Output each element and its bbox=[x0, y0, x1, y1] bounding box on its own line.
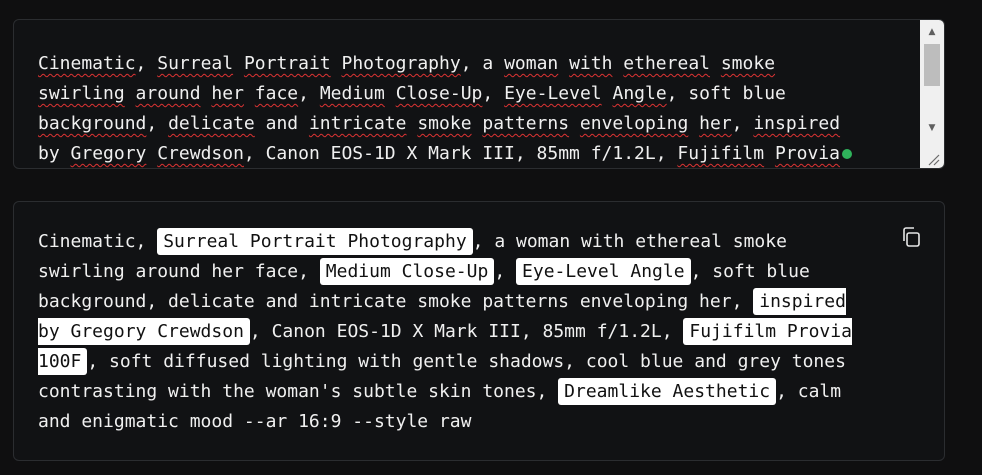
misspelled-word: Crewdson bbox=[157, 143, 244, 164]
editor-text-run bbox=[710, 53, 721, 74]
misspelled-word: patterns bbox=[482, 113, 570, 134]
editor-line: swirling around her face, Medium Close-U… bbox=[38, 79, 918, 109]
resize-handle-icon[interactable] bbox=[926, 152, 940, 166]
editor-text-run: , bbox=[731, 113, 754, 134]
keyword-tag[interactable]: Medium Close-Up bbox=[319, 258, 495, 285]
misspelled-word: Surreal bbox=[157, 53, 234, 74]
misspelled-word: delicate bbox=[168, 113, 255, 134]
editor-scrollbar[interactable]: ▲ ▼ bbox=[920, 20, 944, 168]
editor-text-run bbox=[558, 53, 569, 74]
keyword-tag[interactable]: Eye-Level Angle bbox=[516, 258, 691, 285]
editor-line: by Gregory Crewdson, Canon EOS-1D X Mark… bbox=[38, 139, 918, 168]
editor-text-run bbox=[125, 83, 136, 104]
misspelled-word: swirling bbox=[38, 83, 125, 104]
prompt-textarea[interactable]: Cinematic, Surreal Portrait Photography,… bbox=[38, 49, 918, 168]
editor-text-run: , bbox=[298, 83, 320, 104]
misspelled-word: inspired bbox=[753, 113, 841, 134]
misspelled-word: her bbox=[211, 83, 244, 104]
keyword-tag[interactable]: Surreal Portrait Photography bbox=[157, 228, 473, 255]
editor-text-run bbox=[602, 83, 613, 104]
editor-text-run bbox=[569, 113, 580, 134]
misspelled-word: background bbox=[38, 113, 147, 134]
misspelled-word: intricate bbox=[308, 113, 407, 134]
editor-text-run bbox=[764, 143, 775, 164]
editor-line: background, delicate and intricate smoke… bbox=[38, 109, 918, 139]
editor-text-run bbox=[146, 143, 157, 164]
formatted-prompt-output: Cinematic, Surreal Portrait Photography,… bbox=[13, 201, 945, 461]
prompt-text-run: , Canon EOS-1D X Mark III, 85mm f/1.2L, bbox=[249, 321, 684, 342]
scroll-down-arrow-icon[interactable]: ▼ bbox=[920, 120, 944, 136]
prompt-text-run: Cinematic, bbox=[38, 231, 158, 252]
misspelled-word: with bbox=[569, 53, 613, 74]
editor-text-run: , a bbox=[460, 53, 505, 74]
editor-text-run bbox=[407, 113, 418, 134]
misspelled-word: enveloping bbox=[579, 113, 689, 134]
editor-line: Cinematic, Surreal Portrait Photography,… bbox=[38, 49, 918, 79]
scrollbar-thumb[interactable] bbox=[924, 44, 940, 86]
editor-text-run: , soft blue bbox=[666, 83, 786, 104]
misspelled-word: Fujifilm bbox=[677, 143, 765, 164]
editor-text-run bbox=[472, 113, 483, 134]
editor-text-run: , Canon EOS-1D X Mark III, 85mm f/1.2L, bbox=[243, 143, 678, 164]
misspelled-word: Eye-Level bbox=[504, 83, 602, 104]
misspelled-word: smoke bbox=[417, 113, 472, 134]
editor-text-run bbox=[331, 53, 342, 74]
misspelled-word: around bbox=[135, 83, 201, 104]
misspelled-word: Portrait bbox=[243, 53, 331, 74]
editor-text-run: and bbox=[254, 113, 309, 134]
misspelled-word: Photography bbox=[341, 53, 461, 74]
scroll-up-arrow-icon[interactable]: ▲ bbox=[920, 24, 944, 40]
green-status-dot-icon bbox=[841, 149, 852, 159]
keyword-tag[interactable]: Dreamlike Aesthetic bbox=[558, 378, 777, 405]
editor-text-run: , bbox=[146, 113, 169, 134]
prompt-editor[interactable]: Cinematic, Surreal Portrait Photography,… bbox=[13, 19, 945, 169]
editor-text-run bbox=[233, 53, 244, 74]
misspelled-word: ethereal bbox=[623, 53, 710, 74]
misspelled-word: her bbox=[699, 113, 732, 134]
editor-text-run: by bbox=[38, 143, 71, 164]
misspelled-word: Medium bbox=[319, 83, 385, 104]
formatted-prompt-text: Cinematic, Surreal Portrait Photography,… bbox=[38, 227, 920, 437]
misspelled-word: woman bbox=[504, 53, 559, 74]
copy-icon[interactable] bbox=[900, 226, 922, 248]
editor-text-run bbox=[612, 53, 623, 74]
editor-text-run bbox=[385, 83, 396, 104]
misspelled-word: Provia bbox=[774, 143, 840, 164]
misspelled-word: Close-Up bbox=[395, 83, 483, 104]
editor-text-run: , bbox=[482, 83, 505, 104]
misspelled-word: Cinematic bbox=[38, 53, 136, 74]
editor-text-run bbox=[244, 83, 255, 104]
editor-text-run bbox=[201, 83, 212, 104]
misspelled-word: smoke bbox=[720, 53, 776, 74]
misspelled-word: face bbox=[254, 83, 299, 104]
editor-text-run: , bbox=[135, 53, 158, 74]
editor-text-run bbox=[688, 113, 699, 134]
misspelled-word: Gregory bbox=[70, 143, 147, 164]
prompt-text-run: , bbox=[494, 261, 517, 282]
misspelled-word: Angle bbox=[612, 83, 667, 104]
